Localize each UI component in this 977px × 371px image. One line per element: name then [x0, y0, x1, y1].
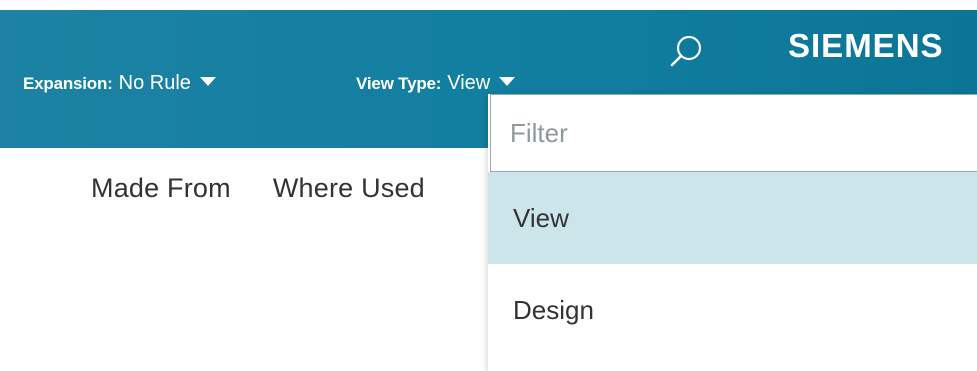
view-type-value[interactable]: View: [447, 72, 490, 95]
option-view[interactable]: View: [488, 172, 977, 264]
option-label: View: [513, 202, 569, 233]
search-icon[interactable]: [665, 31, 707, 73]
view-type-label: View Type:: [356, 74, 442, 93]
filter-input[interactable]: [491, 95, 977, 171]
caret-down-icon[interactable]: [199, 77, 216, 86]
option-design[interactable]: Design: [488, 264, 977, 356]
option-label: Design: [513, 294, 594, 325]
siemens-logo: SIEMENS: [788, 27, 944, 64]
tab-where-used[interactable]: Where Used: [273, 173, 425, 204]
subtabs: Made From Where Used: [91, 173, 425, 204]
expansion-value[interactable]: No Rule: [119, 72, 191, 95]
filter-box: [490, 94, 977, 172]
expansion-label: Expansion:: [23, 74, 113, 93]
view-type-dropdown: View Design: [488, 94, 977, 371]
caret-down-icon[interactable]: [499, 77, 516, 86]
expansion-selector[interactable]: Expansion: No Rule: [23, 72, 216, 100]
tab-made-from[interactable]: Made From: [91, 173, 231, 204]
